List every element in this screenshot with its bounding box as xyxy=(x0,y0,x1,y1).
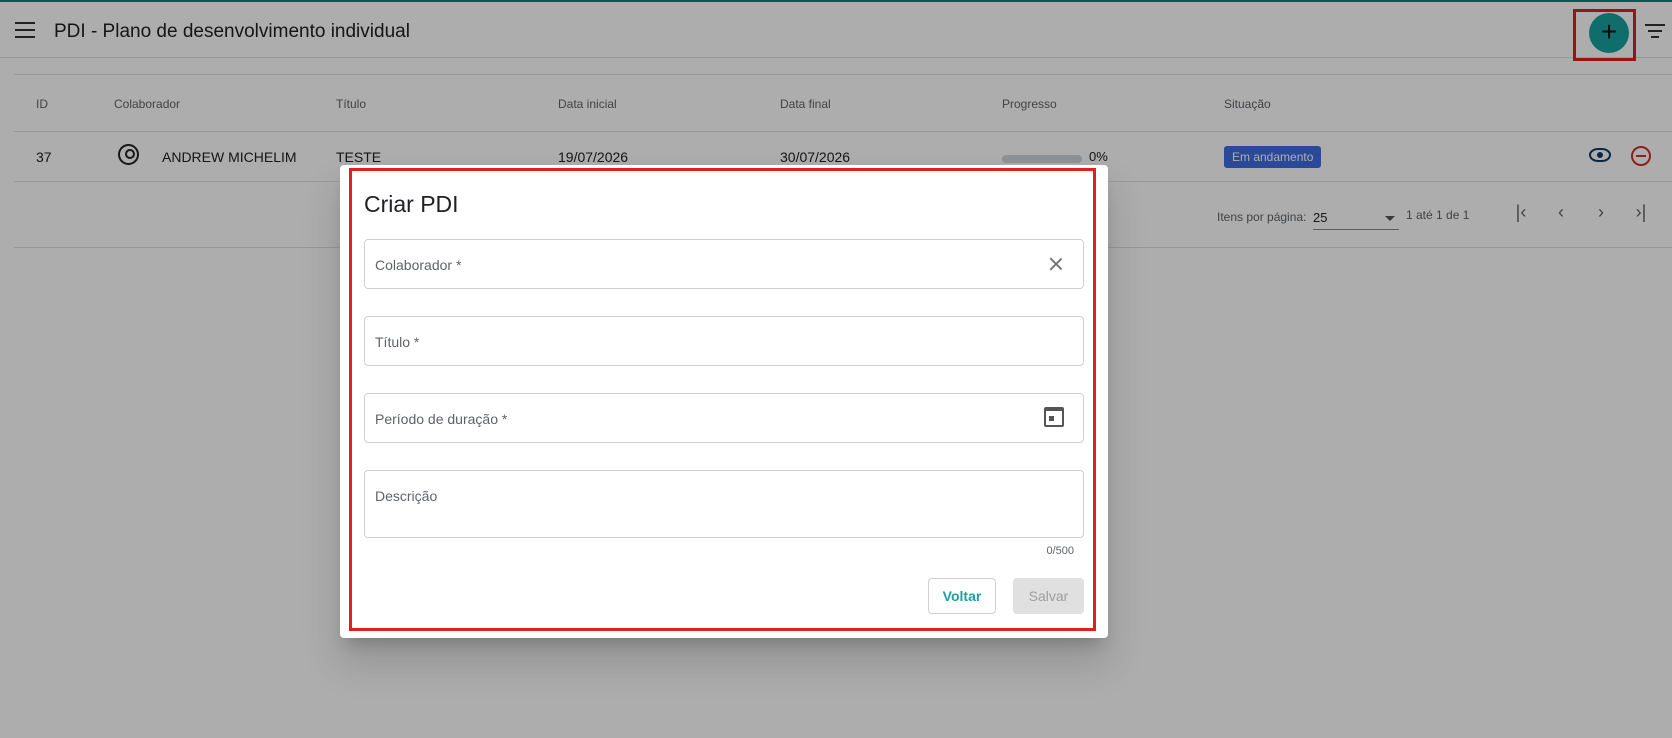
app-root: PDI - Plano de desenvolvimento individua… xyxy=(0,0,1672,738)
periodo-field[interactable]: Período de duração * xyxy=(364,393,1084,443)
titulo-input[interactable] xyxy=(365,317,1083,365)
save-button[interactable]: Salvar xyxy=(1013,578,1084,614)
back-button[interactable]: Voltar xyxy=(928,578,996,614)
descricao-input[interactable] xyxy=(365,471,1083,537)
dialog-title: Criar PDI xyxy=(364,191,459,217)
create-pdi-dialog: Criar PDI Colaborador * Título * Período… xyxy=(340,165,1108,638)
clear-icon[interactable] xyxy=(1047,255,1065,273)
colaborador-field[interactable]: Colaborador * xyxy=(364,239,1084,289)
periodo-input[interactable] xyxy=(365,394,1083,442)
char-counter: 0/500 xyxy=(1046,545,1074,557)
calendar-icon[interactable] xyxy=(1044,407,1064,427)
colaborador-input[interactable] xyxy=(365,240,1083,288)
descricao-field[interactable]: Descrição xyxy=(364,470,1084,538)
titulo-field[interactable]: Título * xyxy=(364,316,1084,366)
